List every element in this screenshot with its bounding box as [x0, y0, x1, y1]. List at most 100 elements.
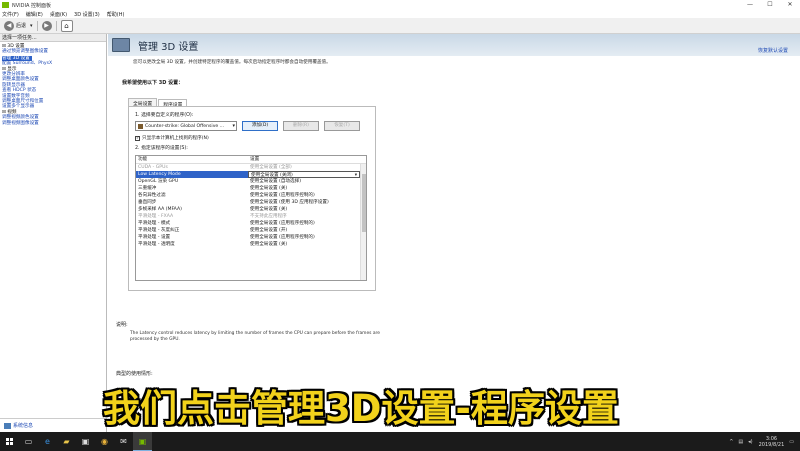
- setting-dropdown[interactable]: 使用全局设置 (关闭) ▾: [248, 171, 360, 178]
- table-row[interactable]: Low Latency Mode 使用全局设置 (关闭) ▾: [136, 171, 366, 178]
- setting-cell: 使用全局设置 (自动选择): [248, 178, 360, 185]
- restore-defaults-link[interactable]: 恢复默认设置: [758, 47, 788, 54]
- settings-grid: 功能 设置 CUDA - GPUs 使用全局设置 (全部) Low Latency …: [135, 155, 367, 281]
- setting-cell: 使用全局设置 (开): [248, 227, 360, 234]
- clock[interactable]: 3:06 2019/8/21: [759, 436, 785, 448]
- feature-cell: 各向异性过滤: [138, 193, 166, 198]
- feature-cell: OpenGL 渲染 GPU: [138, 179, 179, 184]
- column-setting: 设置: [250, 157, 260, 162]
- table-row[interactable]: 三重缓冲 使用全局设置 (关): [136, 185, 366, 192]
- system-tray: ^ ▤ ◂) 3:06 2019/8/21 ▭: [724, 432, 794, 451]
- setting-value: 使用全局设置 (使用 3D 应用程序设置): [250, 200, 329, 205]
- file-explorer-icon[interactable]: ▰: [57, 432, 76, 451]
- window-title: NVIDIA 控制面板: [12, 2, 51, 9]
- toolbar: ◀ 后退 ▾ ▶ ⌂: [0, 18, 800, 34]
- notification-icon[interactable]: ▭: [789, 439, 794, 445]
- mail-icon[interactable]: ✉: [114, 432, 133, 451]
- menu-edit[interactable]: 编辑(E): [26, 11, 43, 18]
- step1-label: 1. 选择要自定义的程序(O):: [135, 113, 194, 118]
- system-info-label[interactable]: 系统信息: [13, 422, 33, 429]
- group-title: 我希望使用以下 3D 设置：: [122, 80, 184, 86]
- setting-value: 使用全局设置 (应用程序控制的): [250, 193, 315, 198]
- restore-button[interactable]: 恢复(T): [324, 121, 360, 131]
- store-icon[interactable]: ▣: [76, 432, 95, 451]
- taskbar: ▭ e ▰ ▣ ◉ ✉ ▣ ^ ▤ ◂) 3:06 2019/8/21 ▭: [0, 432, 800, 451]
- usage-label: 典型的使用情形:: [116, 371, 153, 377]
- table-row[interactable]: 平滑处理 - 设置 使用全局设置 (应用程序控制的): [136, 234, 366, 241]
- back-dropdown-icon[interactable]: ▾: [30, 23, 33, 29]
- nvidia-taskbar-icon[interactable]: ▣: [133, 432, 152, 451]
- task-sidebar: 选择一项任务... ⊟ 3D 设置 通过预览调整图像设置 管理 3D 设置 配置…: [0, 34, 107, 432]
- forward-arrow-icon[interactable]: ▶: [41, 20, 52, 31]
- grid-rows: CUDA - GPUs 使用全局设置 (全部) Low Latency Mode 使用…: [136, 164, 366, 248]
- home-icon[interactable]: ⌂: [60, 19, 73, 32]
- feature-cell: 平滑处理 - 设置: [138, 235, 171, 240]
- feature-cell: 平滑处理 - 透明度: [138, 242, 175, 247]
- network-icon[interactable]: ▤: [738, 439, 743, 445]
- table-row[interactable]: 平滑处理 - FXAA 不支持此应用程序: [136, 213, 366, 220]
- menu-file[interactable]: 文件(F): [2, 11, 19, 18]
- program-row: Counter-strike: Global Offensive ... ▾ 添…: [135, 121, 369, 131]
- description-label: 说明:: [116, 322, 128, 328]
- table-row[interactable]: 多帧采样 AA (MFAA) 使用全局设置 (关): [136, 206, 366, 213]
- system-info-icon: [4, 422, 11, 429]
- table-row[interactable]: 平滑处理 - 透明度 使用全局设置 (关): [136, 241, 366, 248]
- setting-value: 使用全局设置 (全部): [250, 165, 292, 170]
- page-description: 您可以更改全局 3D 设置，并创建特定程序的覆盖值。每次启动指定程序时都会自动使…: [133, 60, 331, 65]
- sidebar-item[interactable]: 调整视频图像设置: [2, 121, 106, 126]
- table-row[interactable]: 平滑处理 - 灰度纠正 使用全局设置 (开): [136, 227, 366, 234]
- menu-help[interactable]: 帮助(H): [107, 11, 125, 18]
- menu-desktop[interactable]: 桌面(K): [50, 11, 67, 18]
- feature-cell: CUDA - GPUs: [138, 165, 168, 170]
- setting-cell: 使用全局设置 (全部): [248, 164, 360, 171]
- menu-3d-settings[interactable]: 3D 设置(3): [74, 11, 100, 18]
- 3d-settings-icon: [112, 38, 130, 52]
- setting-cell: 使用全局设置 (应用程序控制的): [248, 220, 360, 227]
- checkbox-checked-icon[interactable]: ✓: [135, 135, 140, 141]
- feature-cell: 平滑处理 - 灰度纠正: [138, 228, 180, 233]
- scrollbar-thumb[interactable]: [362, 174, 366, 232]
- setting-value: 使用全局设置 (应用程序控制的): [250, 221, 315, 226]
- setting-cell: 使用全局设置 (关): [248, 185, 360, 192]
- setting-cell: 不支持此应用程序: [248, 213, 360, 220]
- toolbar-separator: [55, 20, 57, 31]
- feature-cell: 平滑处理 - FXAA: [138, 214, 174, 219]
- table-row[interactable]: 平滑处理 - 模式 使用全局设置 (应用程序控制的): [136, 220, 366, 227]
- system-info-link[interactable]: 系统信息: [0, 418, 107, 432]
- task-view-icon[interactable]: ▭: [19, 432, 38, 451]
- close-button[interactable]: ✕: [780, 0, 800, 10]
- setting-cell: 使用全局设置 (应用程序控制的): [248, 192, 360, 199]
- back-arrow-icon[interactable]: ◀: [4, 20, 14, 31]
- back-label[interactable]: 后退: [16, 22, 26, 29]
- setting-value: 使用全局设置 (关闭): [251, 173, 293, 178]
- setting-value: 使用全局设置 (应用程序控制的): [250, 235, 315, 240]
- grid-scrollbar[interactable]: [360, 164, 366, 280]
- sidebar-item[interactable]: 通过预览调整图像设置: [2, 49, 106, 54]
- table-row[interactable]: CUDA - GPUs 使用全局设置 (全部): [136, 164, 366, 171]
- setting-cell: 使用全局设置 (关): [248, 241, 360, 248]
- setting-cell: 使用全局设置 (使用 3D 应用程序设置): [248, 199, 360, 206]
- minimize-button[interactable]: —: [740, 0, 760, 10]
- feature-cell: 三重缓冲: [138, 186, 157, 191]
- main-panel: 管理 3D 设置 恢复默认设置 您可以更改全局 3D 设置，并创建特定程序的覆盖…: [108, 34, 800, 432]
- program-select[interactable]: Counter-strike: Global Offensive ... ▾: [135, 121, 237, 131]
- feature-cell: 平滑处理 - 模式: [138, 221, 171, 226]
- start-button[interactable]: [0, 432, 19, 451]
- chrome-icon[interactable]: ◉: [95, 432, 114, 451]
- show-found-programs-checkbox[interactable]: ✓ 只显示本计算机上找到的程序(N): [135, 135, 369, 141]
- checkbox-label: 只显示本计算机上找到的程序(N): [142, 136, 209, 141]
- table-row[interactable]: OpenGL 渲染 GPU 使用全局设置 (自动选择): [136, 178, 366, 185]
- chevron-down-icon[interactable]: ▾: [355, 172, 357, 177]
- add-button[interactable]: 添加(D): [242, 121, 278, 131]
- setting-value: 使用全局设置 (关): [250, 186, 288, 191]
- table-row[interactable]: 垂直同步 使用全局设置 (使用 3D 应用程序设置): [136, 199, 366, 206]
- maximize-button[interactable]: ☐: [760, 0, 780, 10]
- feature-cell: 多帧采样 AA (MFAA): [138, 207, 182, 212]
- volume-icon[interactable]: ◂): [748, 439, 752, 445]
- setting-value: 使用全局设置 (自动选择): [250, 179, 301, 184]
- grid-header: 功能 设置: [136, 156, 366, 164]
- tray-expand-icon[interactable]: ^: [729, 439, 733, 445]
- table-row[interactable]: 各向异性过滤 使用全局设置 (应用程序控制的): [136, 192, 366, 199]
- remove-button[interactable]: 删除(R): [283, 121, 319, 131]
- edge-browser-icon[interactable]: e: [38, 432, 57, 451]
